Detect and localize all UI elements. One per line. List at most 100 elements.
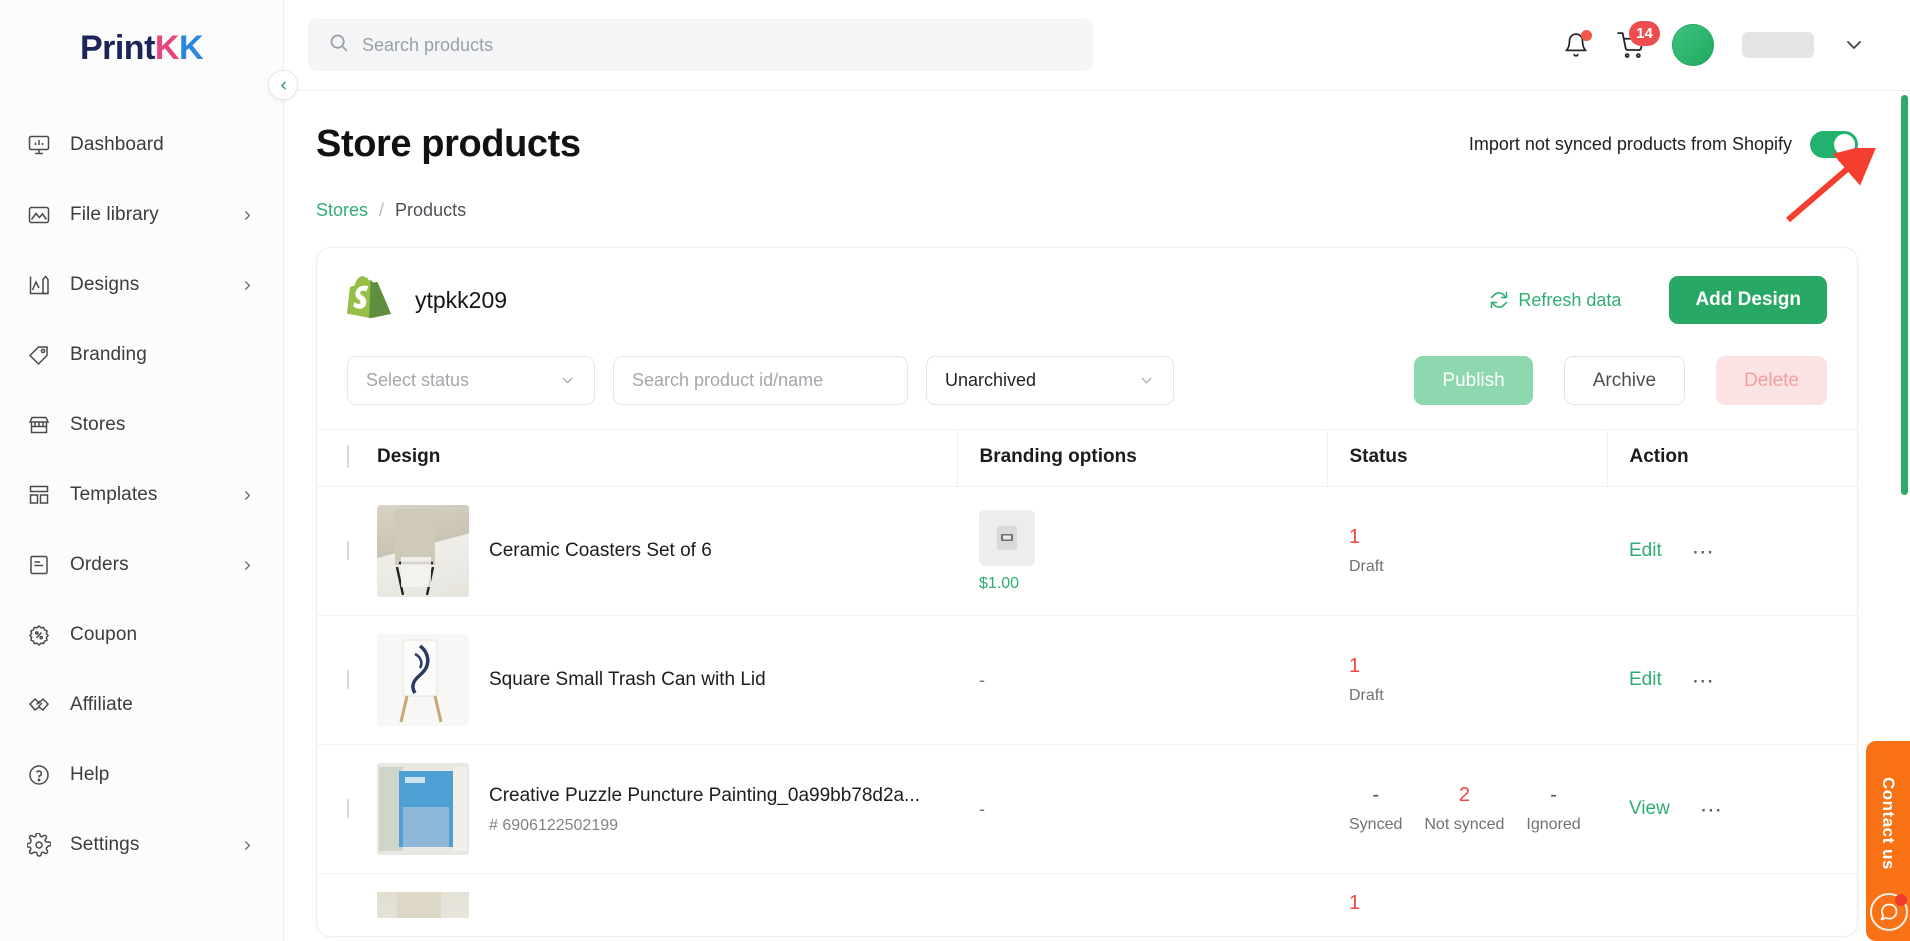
row-checkbox[interactable] [347, 799, 349, 818]
sidebar-item-label: Stores [70, 414, 126, 435]
breadcrumb-current: Products [395, 200, 467, 220]
branding-empty: - [979, 669, 985, 690]
row-branding-cell [957, 874, 1327, 937]
status-filter-select[interactable]: Select status [347, 356, 595, 405]
archive-filter-select[interactable]: Unarchived [926, 356, 1174, 405]
chevron-right-icon [240, 278, 255, 293]
notifications-button[interactable] [1563, 30, 1592, 58]
content-scroll-region: Store products Import not synced product… [284, 91, 1910, 941]
row-branding-cell: - [957, 615, 1327, 745]
import-toggle-row: Import not synced products from Shopify [1469, 131, 1858, 166]
chat-bubble-icon[interactable] [1870, 893, 1908, 931]
sidebar-item-dashboard[interactable]: Dashboard [0, 110, 283, 180]
sidebar-item-designs[interactable]: Designs [0, 250, 283, 320]
add-design-button[interactable]: Add Design [1669, 276, 1827, 324]
store-icon [26, 412, 52, 438]
refresh-data-button[interactable]: Refresh data [1489, 290, 1621, 311]
sidebar-item-label: Help [70, 764, 110, 785]
chevron-left-icon [280, 81, 286, 89]
sidebar-item-file-library[interactable]: File library [0, 180, 283, 250]
search-input[interactable]: Search products [308, 19, 1093, 71]
contact-us-label: Contact us [1879, 776, 1898, 870]
products-table: Design Branding options Status Action Ce… [317, 429, 1857, 936]
bag-thumbnail-art [397, 892, 441, 918]
status-label: Draft [1349, 687, 1384, 704]
avatar[interactable] [1672, 24, 1714, 66]
more-actions-icon[interactable]: ⋯ [1692, 540, 1716, 562]
row-design-cell [377, 874, 957, 937]
branding-price: $1.00 [979, 574, 1020, 592]
cart-button[interactable]: 14 [1617, 20, 1660, 59]
sidebar-item-label: Coupon [70, 624, 138, 645]
affiliate-icon [26, 692, 52, 718]
sidebar-item-stores[interactable]: Stores [0, 390, 283, 460]
refresh-icon [1491, 291, 1508, 309]
user-menu-button[interactable] [1842, 33, 1866, 57]
sidebar-item-affiliate[interactable]: Affiliate [0, 670, 283, 740]
view-link[interactable]: View [1629, 798, 1670, 820]
store-products-card: ytpkk209 Refresh data Add Design Select … [316, 247, 1858, 937]
breadcrumb-stores-link[interactable]: Stores [316, 200, 368, 221]
column-header-branding: Branding options [956, 429, 1327, 487]
select-all-checkbox[interactable] [347, 445, 349, 468]
chevron-down-icon [1138, 372, 1155, 389]
help-icon [26, 762, 52, 788]
search-icon [328, 32, 349, 58]
product-search-input[interactable]: Search product id/name [613, 356, 908, 405]
page-header-row: Store products Import not synced product… [316, 123, 1866, 166]
row-select-cell [317, 615, 377, 745]
row-select-cell [317, 874, 377, 937]
sidebar-item-templates[interactable]: Templates [0, 460, 283, 530]
row-checkbox[interactable] [347, 670, 349, 689]
logo-text-print: Print [79, 29, 155, 67]
easel-thumbnail-art [395, 509, 435, 596]
status-ignored-label: Ignored [1526, 816, 1581, 833]
sidebar-item-label: File library [70, 204, 159, 225]
sidebar-item-branding[interactable]: Branding [0, 320, 283, 390]
branding-empty: - [979, 798, 985, 819]
table-row-partial: 1 [317, 874, 1857, 937]
row-design-cell: Ceramic Coasters Set of 6 [377, 486, 957, 616]
delete-button[interactable]: Delete [1716, 356, 1827, 405]
cart-count-badge: 14 [1629, 20, 1660, 46]
product-thumbnail [377, 763, 469, 855]
sidebar-item-label: Settings [70, 834, 140, 855]
products-table-body: Ceramic Coasters Set of 6 $1.00 1 Draft … [317, 486, 1857, 937]
archive-button[interactable]: Archive [1563, 356, 1686, 405]
vertical-scrollbar[interactable] [1901, 95, 1908, 495]
branding-option-thumbnail[interactable] [979, 509, 1035, 566]
contact-us-widget[interactable]: Contact us [1866, 741, 1910, 941]
sidebar-collapse-button[interactable] [268, 70, 298, 100]
sidebar-item-orders[interactable]: Orders [0, 530, 283, 600]
breadcrumb-separator: / [379, 200, 385, 220]
coupon-icon [26, 622, 52, 648]
row-status-cell: 1 Draft [1327, 615, 1607, 745]
dashboard-icon [26, 132, 52, 158]
table-header-row: Design Branding options Status Action [317, 429, 1857, 487]
row-status-cell: 1 [1349, 892, 1361, 914]
table-row: Ceramic Coasters Set of 6 $1.00 1 Draft … [317, 486, 1857, 616]
more-actions-icon[interactable]: ⋯ [1700, 798, 1724, 820]
row-branding-cell: - [957, 744, 1327, 874]
sidebar-item-settings[interactable]: Settings [0, 810, 283, 880]
more-actions-icon[interactable]: ⋯ [1692, 669, 1716, 691]
sidebar-item-help[interactable]: Help [0, 740, 283, 810]
import-shopify-toggle[interactable] [1810, 131, 1858, 158]
row-checkbox[interactable] [347, 541, 349, 560]
edit-link[interactable]: Edit [1629, 669, 1662, 691]
publish-button[interactable]: Publish [1414, 356, 1533, 405]
status-count: 1 [1349, 526, 1361, 548]
table-row: Square Small Trash Can with Lid - 1 Draf… [317, 615, 1857, 745]
puzzle-painting-thumbnail-art [377, 763, 469, 855]
column-header-action: Action [1606, 429, 1857, 487]
sidebar-item-coupon[interactable]: Coupon [0, 600, 283, 670]
row-design-cell: Square Small Trash Can with Lid [377, 615, 957, 745]
row-select-cell [317, 486, 377, 616]
breadcrumb: Stores / Products [316, 200, 1866, 221]
chevron-right-icon [240, 488, 255, 503]
edit-link[interactable]: Edit [1629, 540, 1662, 562]
product-name: Ceramic Coasters Set of 6 [489, 540, 712, 562]
app-logo[interactable]: Print K K [0, 0, 283, 96]
status-label: Draft [1349, 558, 1384, 575]
filters-row: Select status Search product id/name Una… [317, 334, 1857, 429]
